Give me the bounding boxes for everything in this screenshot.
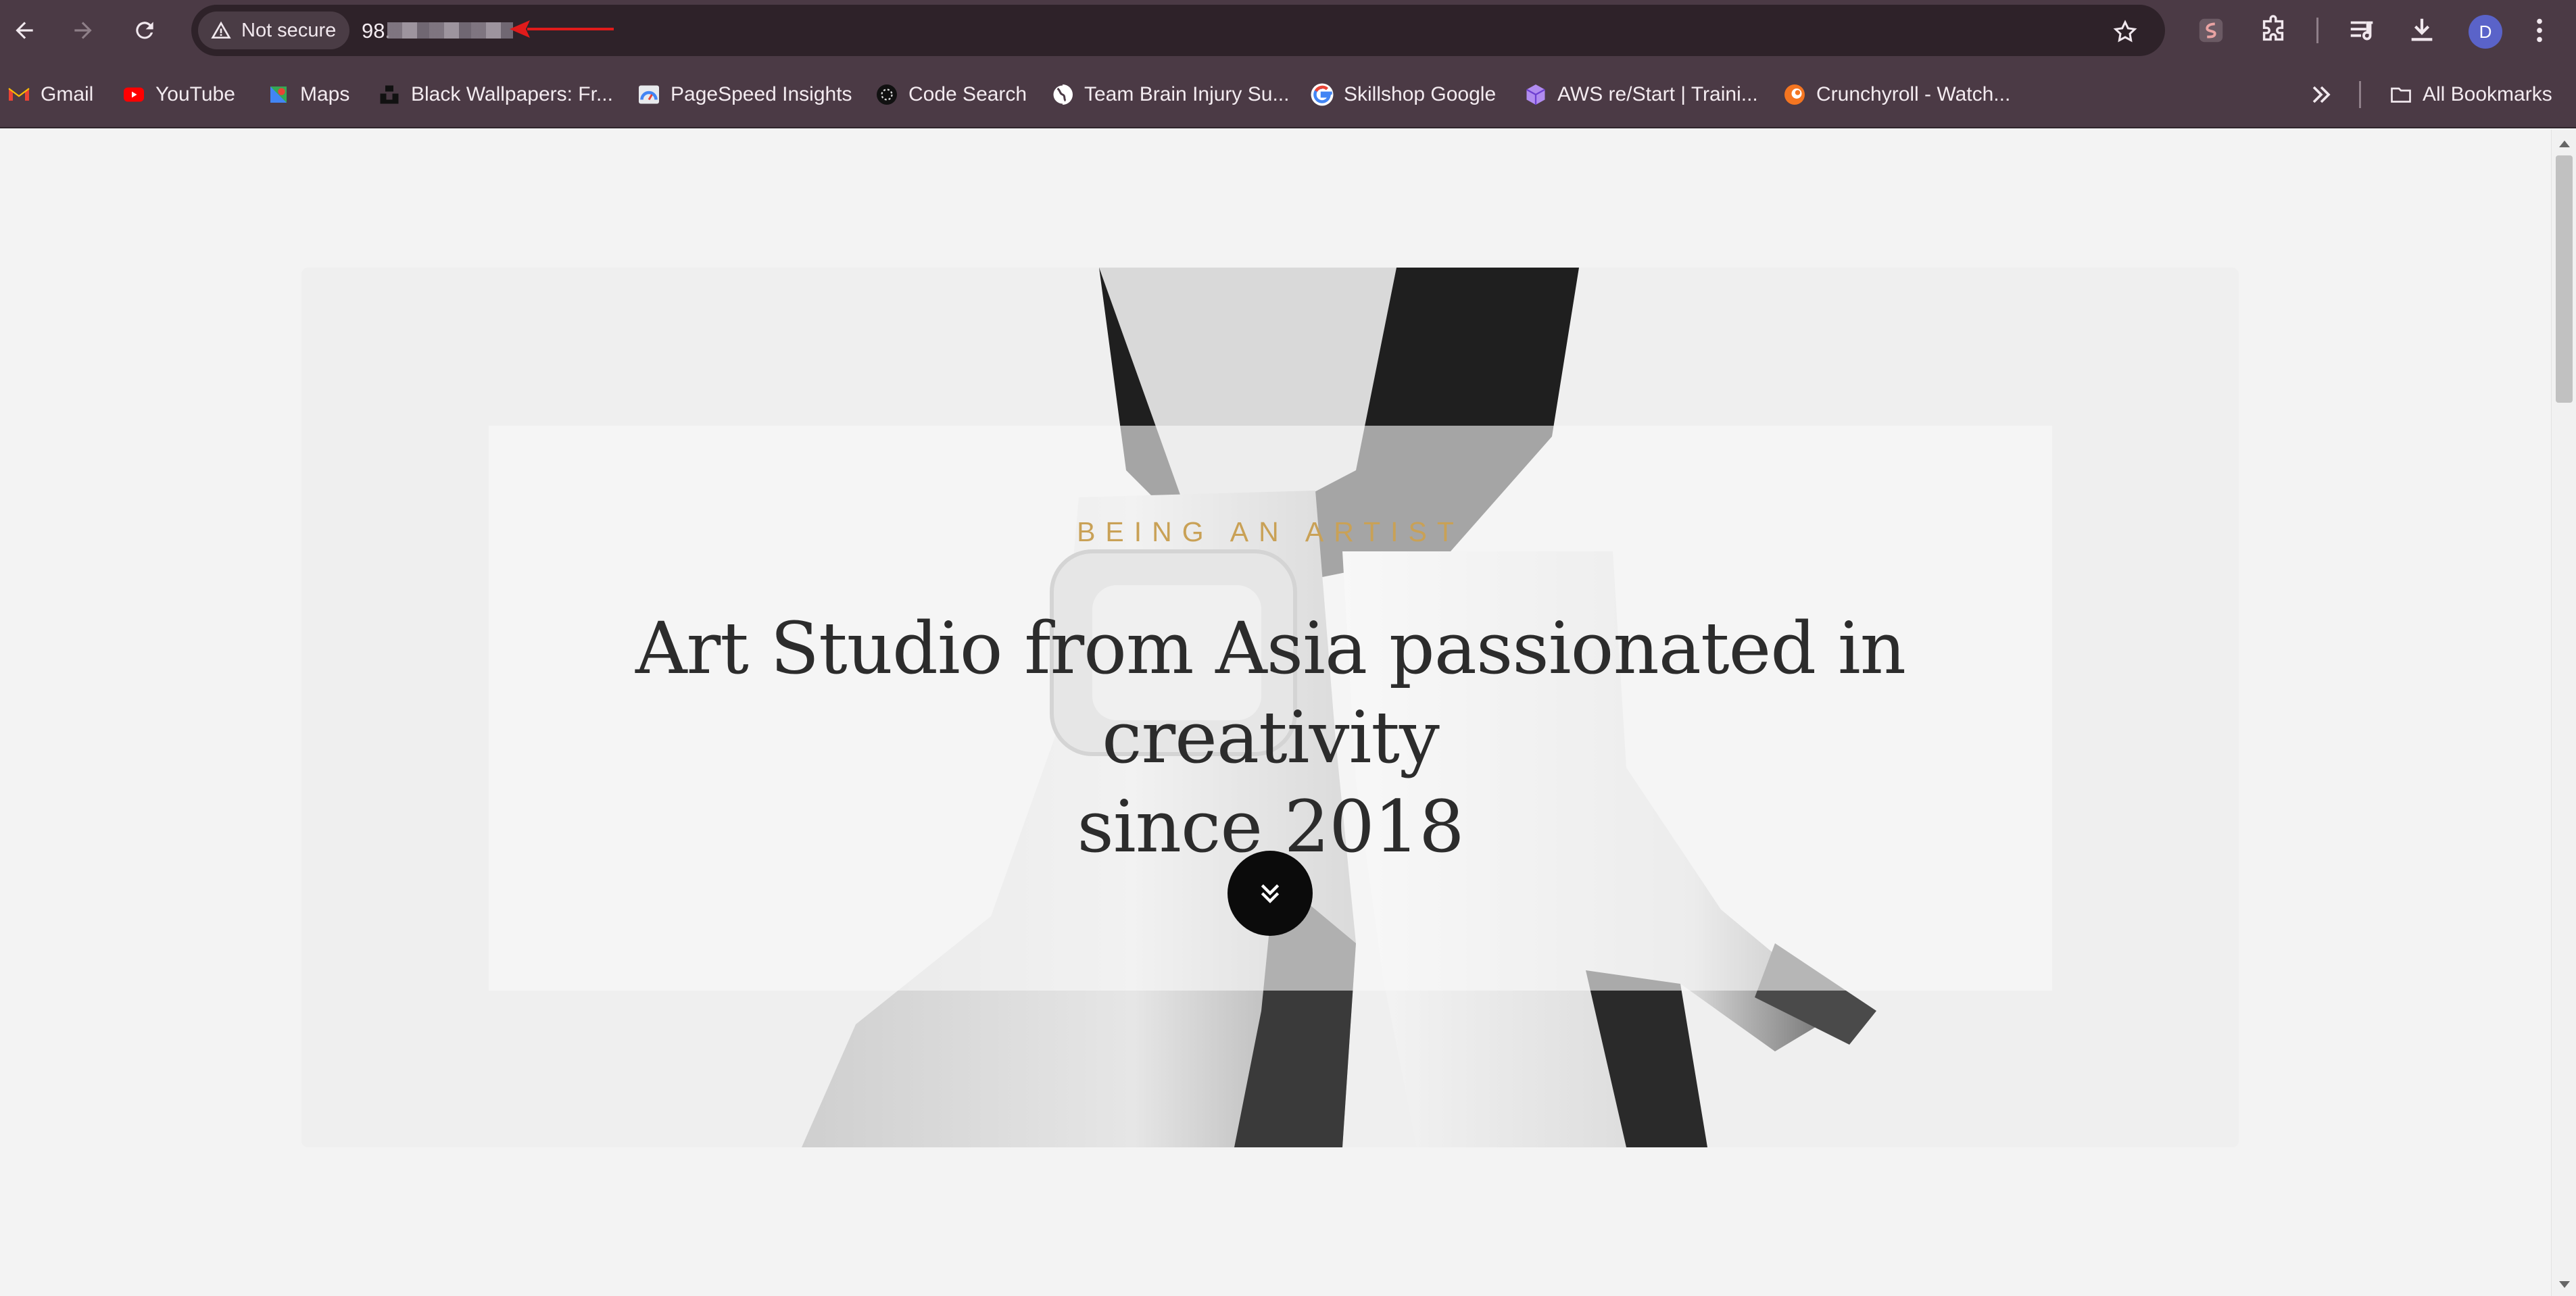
bookmark-black-wallpapers[interactable]: Black Wallpapers: Fr... [377,78,613,111]
hero-headline-line1: Art Studio from Asia passionated in crea… [635,607,1906,779]
bookmark-team-brain-injury[interactable]: Team Brain Injury Su... [1050,78,1289,111]
pagespeed-icon [639,85,659,104]
bookmarks-divider [2359,81,2361,108]
bookmark-code-search[interactable]: Code Search [875,78,1027,111]
download-icon[interactable] [2406,15,2437,46]
crunchyroll-icon [1784,84,1805,105]
code-search-icon [877,84,897,105]
scroll-down-button[interactable] [1228,851,1313,936]
bookmark-youtube[interactable]: YouTube [122,78,235,111]
aws-cube-icon [1526,84,1546,105]
bookmark-maps[interactable]: Maps [266,78,349,111]
annotation-arrow-icon [510,20,614,38]
page-viewport: BEING AN ARTIST Art Studio from Asia pas… [0,130,2551,1296]
all-bookmarks-button[interactable]: All Bookmarks [2389,78,2552,111]
scroll-up-arrow-icon[interactable] [2558,138,2571,151]
google-icon [1311,83,1334,106]
url-redacted [387,22,513,39]
bookmark-pagespeed[interactable]: PageSpeed Insights [637,78,852,111]
star-icon[interactable] [2112,18,2139,45]
hero-headline: Art Studio from Asia passionated in crea… [489,604,2052,872]
bookmark-aws-restart[interactable]: AWS re/Start | Traini... [1524,78,1758,111]
warning-icon [211,21,231,39]
bookmark-crunchyroll[interactable]: Crunchyroll - Watch... [1782,78,2010,111]
globe-icon [1051,83,1073,106]
browser-toolbar: Not secure 98. D [0,0,2576,61]
security-label: Not secure [241,19,337,41]
page-scrollbar[interactable] [2551,130,2576,1296]
arrow-right-icon [74,22,92,39]
profile-avatar[interactable]: D [2469,15,2502,49]
forward-button[interactable] [64,11,102,49]
reload-icon [136,22,153,39]
gmail-icon [8,88,30,101]
hero-eyebrow: BEING AN ARTIST [1077,516,1464,547]
bookmark-skillshop[interactable]: Skillshop Google [1310,78,1496,111]
kebab-menu-icon[interactable] [2529,15,2550,46]
chevron-double-right-icon[interactable] [2306,80,2336,109]
unsplash-icon [380,85,399,104]
arrow-left-icon [16,22,33,39]
bookmarks-bar: Gmail YouTube Maps Black Wallpapers: Fr.… [0,61,2576,128]
youtube-icon [124,87,144,102]
reload-button[interactable] [126,11,164,49]
toolbar-divider [2316,18,2318,43]
security-chip[interactable]: Not secure [198,11,349,49]
address-bar[interactable]: Not secure 98. [191,5,2165,56]
chevron-double-down-icon [1261,884,1280,903]
scrollbar-thumb[interactable] [2556,155,2573,403]
bookmark-gmail[interactable]: Gmail [7,78,93,111]
puzzle-icon[interactable] [2258,15,2289,46]
url-text[interactable]: 98. [362,19,391,43]
scroll-down-arrow-icon[interactable] [2558,1277,2571,1291]
media-queue-icon[interactable] [2347,15,2378,46]
extension-s-icon[interactable] [2195,15,2227,46]
folder-icon [2391,87,2411,103]
maps-icon [270,86,287,103]
back-button[interactable] [5,11,43,49]
